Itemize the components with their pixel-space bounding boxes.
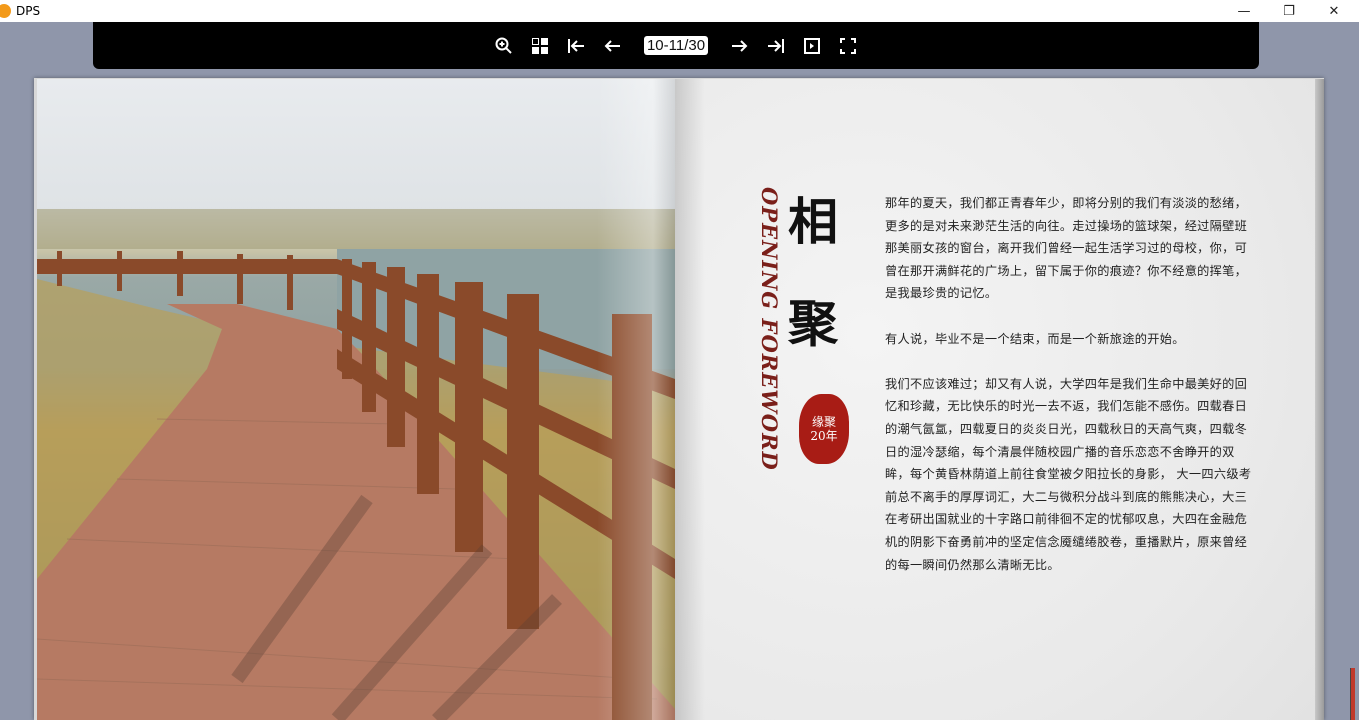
title-char-2: 聚 [788, 294, 838, 353]
first-page-icon[interactable] [558, 31, 594, 61]
title-char-1: 相 [788, 192, 838, 251]
page-stack-edge [1315, 79, 1324, 720]
prev-page-icon[interactable] [594, 31, 630, 61]
paragraph-3: 我们不应该难过；却又有人说，大学四年是我们生命中最美好的回忆和珍藏，无比快乐的时… [885, 376, 1252, 572]
page-indicator-input[interactable]: 10-11/30 [643, 36, 709, 55]
left-page-photo[interactable] [37, 79, 675, 720]
title-bar: DPS — ❐ ✕ [0, 0, 1359, 22]
next-page-icon[interactable] [722, 31, 758, 61]
minimize-button[interactable]: — [1221, 0, 1267, 22]
flipbook[interactable]: OPENING FOREWORD 相 聚 缘聚 20年 那年的夏天，我们都正青春… [34, 78, 1324, 720]
window-title: DPS [16, 4, 41, 18]
zoom-in-icon[interactable] [486, 31, 522, 61]
right-page[interactable]: OPENING FOREWORD 相 聚 缘聚 20年 那年的夏天，我们都正青春… [675, 79, 1315, 720]
thumbnails-icon[interactable] [522, 31, 558, 61]
seal-stamp: 缘聚 20年 [799, 394, 849, 464]
boardwalk-photo [37, 209, 675, 720]
paragraph-1: 那年的夏天，我们都正青春年少，即将分别的我们有淡淡的愁绪，更多的是对未来渺茫生活… [885, 196, 1248, 301]
scrollbar-thumb[interactable] [1350, 668, 1355, 720]
stamp-line-2: 20年 [810, 429, 838, 443]
vertical-subtitle: OPENING FOREWORD [757, 187, 782, 471]
app-logo-icon [0, 4, 11, 18]
fullscreen-icon[interactable] [830, 31, 866, 61]
last-page-icon[interactable] [758, 31, 794, 61]
stamp-line-1: 缘聚 [811, 415, 836, 429]
body-text: 那年的夏天，我们都正青春年少，即将分别的我们有淡淡的愁绪，更多的是对未来渺茫生活… [885, 192, 1257, 599]
spine-shadow [597, 79, 675, 720]
restore-button[interactable]: ❐ [1266, 0, 1312, 22]
close-button[interactable]: ✕ [1311, 0, 1357, 22]
paragraph-2: 有人说，毕业不是一个结束，而是一个新旅途的开始。 [885, 331, 1185, 346]
viewer-toolbar: 10-11/30 [93, 22, 1259, 69]
autoplay-icon[interactable] [794, 31, 830, 61]
